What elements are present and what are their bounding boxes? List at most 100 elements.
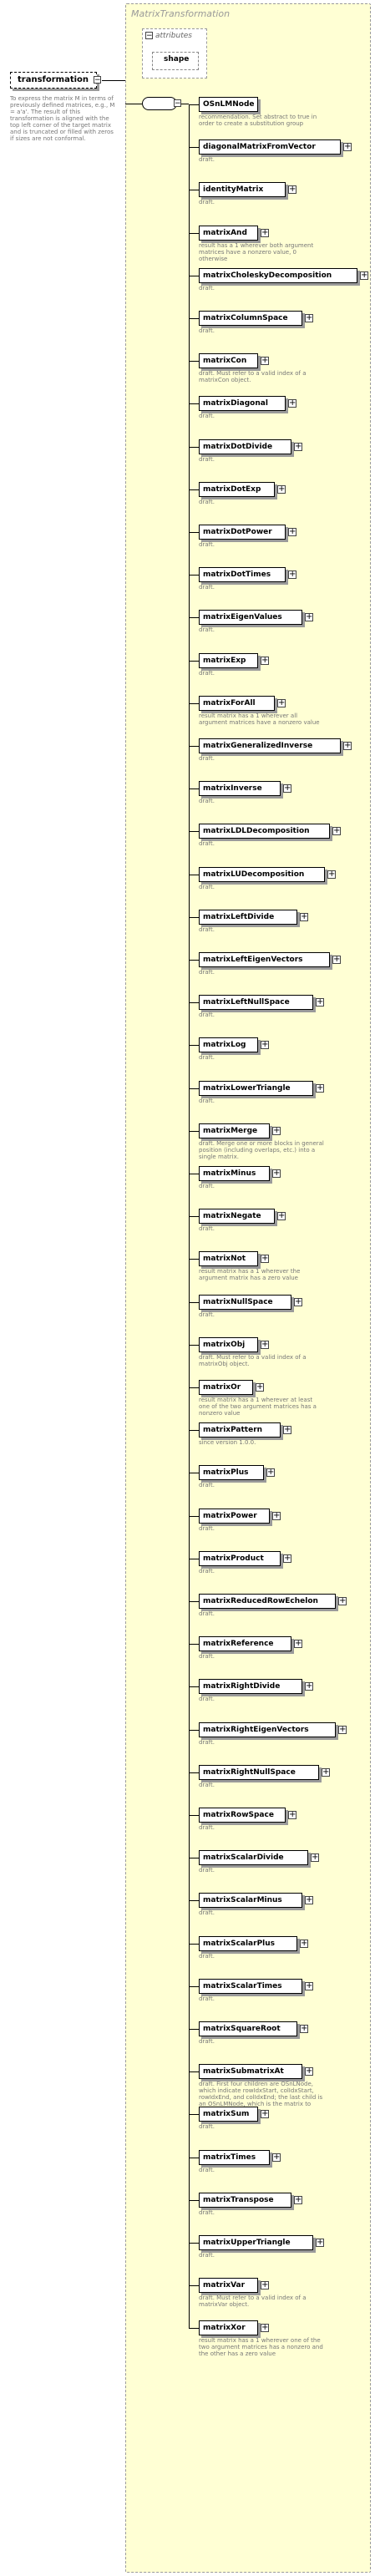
expand-icon[interactable]: + [266,1468,275,1477]
expand-icon[interactable]: + [283,1426,291,1434]
child-element[interactable]: matrixXor + [199,2320,269,2335]
child-element[interactable]: matrixAnd + [199,226,269,241]
expand-icon[interactable]: + [288,570,296,579]
expand-icon[interactable]: + [294,2196,302,2204]
expand-icon[interactable]: + [256,1383,264,1392]
expand-icon[interactable]: + [338,1597,347,1605]
child-element[interactable]: matrixEigenValues + [199,610,313,625]
expand-icon[interactable]: + [261,1255,269,1263]
child-element[interactable]: matrixScalarMinus + [199,1893,313,1908]
expand-icon[interactable]: + [288,1811,296,1819]
expand-icon[interactable]: + [261,657,269,665]
expand-icon[interactable]: + [300,913,308,921]
child-element[interactable]: matrixMerge + [199,1123,281,1138]
expand-icon[interactable]: + [316,1084,324,1093]
child-element[interactable]: matrixLUDecomposition + [199,867,336,882]
child-element[interactable]: matrixRightNullSpace + [199,1765,330,1780]
child-element[interactable]: matrixExp + [199,653,269,668]
expand-icon[interactable]: + [272,1169,281,1178]
expand-icon[interactable]: + [294,1298,302,1306]
child-element[interactable]: matrixCholeskyDecomposition + [199,268,368,283]
child-element[interactable]: OSnLMNode [199,97,258,112]
expand-icon[interactable]: + [261,2281,269,2289]
expand-icon[interactable]: + [300,1940,308,1948]
expand-icon[interactable]: + [261,229,269,237]
child-element[interactable]: matrixMinus + [199,1166,281,1181]
expand-icon[interactable]: + [343,143,352,151]
child-element[interactable]: matrixCon + [199,353,269,368]
child-element[interactable]: matrixDotTimes + [199,567,296,582]
expand-icon[interactable]: + [272,2153,281,2162]
child-element[interactable]: matrixLDLDecomposition + [199,824,341,839]
child-element[interactable]: matrixOr + [199,1380,264,1395]
child-element[interactable]: diagonalMatrixFromVector + [199,139,352,155]
expand-icon[interactable]: + [283,1554,291,1563]
child-element[interactable]: matrixLeftEigenVectors + [199,952,341,967]
expand-icon[interactable]: + [288,528,296,536]
expand-icon[interactable]: + [316,998,324,1007]
expand-icon[interactable]: + [305,1982,313,1990]
expand-icon[interactable]: + [300,2025,308,2033]
expand-icon[interactable]: + [277,1212,286,1220]
collapse-icon[interactable]: − [174,99,181,108]
expand-icon[interactable]: + [327,870,336,879]
child-element[interactable]: matrixSquareRoot + [199,2021,308,2036]
child-element[interactable]: matrixReference + [199,1636,302,1651]
expand-icon[interactable]: + [261,1041,269,1049]
child-element[interactable]: matrixForAll + [199,696,286,711]
expand-icon[interactable]: + [288,399,296,408]
child-element[interactable]: identityMatrix + [199,182,296,197]
child-element[interactable]: matrixLeftNullSpace + [199,995,324,1010]
expand-icon[interactable]: + [283,784,291,793]
child-element[interactable]: matrixGeneralizedInverse + [199,738,352,753]
child-element[interactable]: matrixProduct + [199,1551,291,1566]
expand-icon[interactable]: + [277,699,286,707]
expand-icon[interactable]: + [261,2110,269,2118]
child-element[interactable]: matrixNegate + [199,1209,286,1224]
child-element[interactable]: matrixLog + [199,1037,269,1052]
expand-icon[interactable]: + [288,185,296,194]
child-element[interactable]: matrixPower + [199,1509,281,1524]
collapse-icon[interactable]: − [94,76,101,84]
child-element[interactable]: matrixDotDivide + [199,439,302,454]
expand-icon[interactable]: + [305,613,313,621]
child-element[interactable]: matrixScalarTimes + [199,1979,313,1994]
expand-icon[interactable]: + [311,1853,319,1862]
child-element[interactable]: matrixDotExp + [199,482,286,497]
expand-icon[interactable]: + [294,1640,302,1648]
child-element[interactable]: matrixSum + [199,2107,269,2122]
child-element[interactable]: matrixScalarDivide + [199,1850,319,1865]
child-element[interactable]: matrixPattern + [199,1422,291,1438]
child-element[interactable]: matrixObj + [199,1337,269,1352]
child-element[interactable]: matrixScalarPlus + [199,1936,308,1951]
child-element[interactable]: matrixLowerTriangle + [199,1081,324,1096]
child-element[interactable]: matrixSubmatrixAt + [199,2064,313,2079]
child-element[interactable]: matrixPlus + [199,1465,275,1480]
expand-icon[interactable]: + [305,2067,313,2076]
child-element[interactable]: matrixColumnSpace + [199,311,313,326]
expand-icon[interactable]: + [272,1512,281,1520]
child-element[interactable]: matrixDiagonal + [199,396,296,411]
expand-icon[interactable]: + [343,742,352,750]
expand-icon[interactable]: + [261,1341,269,1349]
root-element-transformation[interactable]: transformation [10,72,97,89]
expand-icon[interactable]: + [338,1726,347,1734]
expand-icon[interactable]: + [261,2324,269,2332]
expand-icon[interactable]: + [272,1127,281,1135]
child-element[interactable]: matrixReducedRowEchelon + [199,1594,347,1609]
child-element[interactable]: matrixVar + [199,2278,269,2293]
expand-icon[interactable]: + [360,271,368,280]
child-element[interactable]: matrixTranspose + [199,2193,302,2208]
expand-icon[interactable]: + [332,827,341,835]
expand-icon[interactable]: + [305,314,313,322]
collapse-icon[interactable]: − [145,32,153,40]
expand-icon[interactable]: + [261,357,269,365]
child-element[interactable]: matrixDotPower + [199,525,296,540]
child-element[interactable]: matrixNot + [199,1251,269,1266]
expand-icon[interactable]: + [294,443,302,451]
child-element[interactable]: matrixUpperTriangle + [199,2235,324,2250]
child-element[interactable]: matrixLeftDivide + [199,910,308,925]
child-element[interactable]: matrixRowSpace + [199,1808,296,1823]
child-element[interactable]: matrixRightDivide + [199,1679,313,1694]
expand-icon[interactable]: + [332,956,341,964]
